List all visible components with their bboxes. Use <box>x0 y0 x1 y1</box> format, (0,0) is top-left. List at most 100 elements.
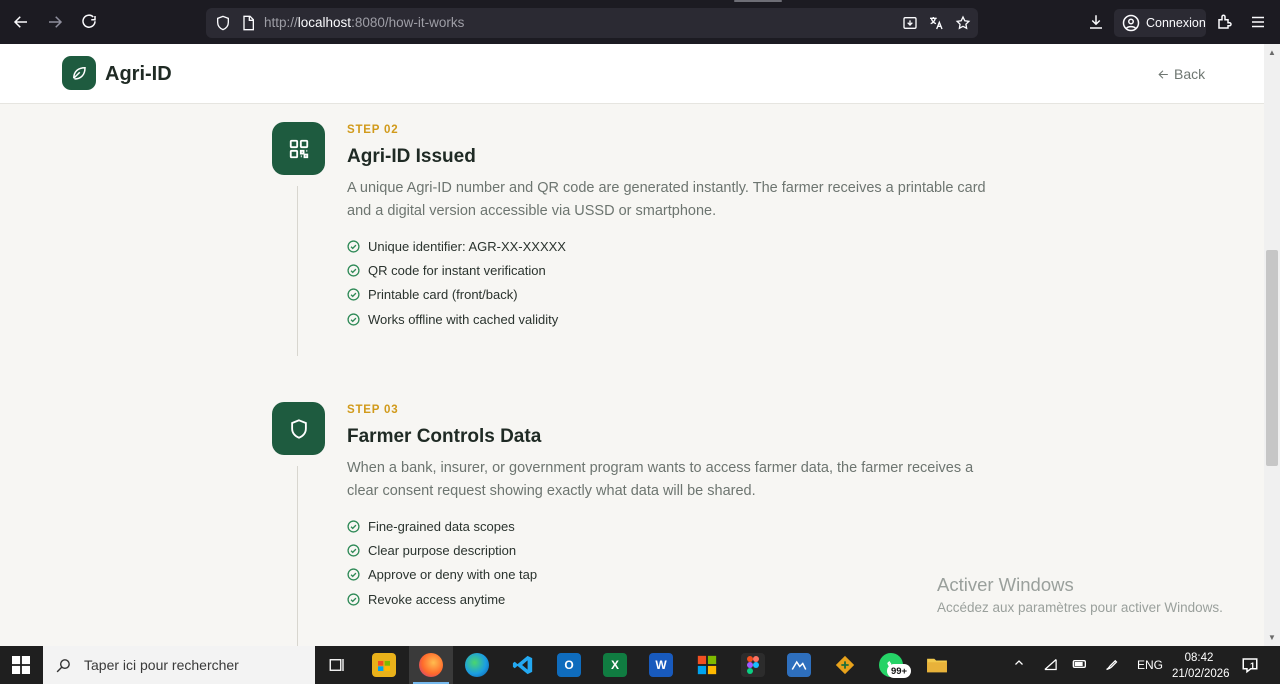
scroll-down-arrow-icon[interactable]: ▼ <box>1268 633 1276 642</box>
list-item-text: Clear purpose description <box>368 543 517 559</box>
wifi-icon[interactable] <box>1043 657 1058 675</box>
app-header: Agri-ID Back <box>0 44 1264 104</box>
step-description: When a bank, insurer, or government prog… <box>347 460 974 499</box>
tab-indicator <box>734 0 782 2</box>
check-circle-icon <box>347 544 360 557</box>
whatsapp-badge: 99+ <box>887 664 911 678</box>
list-item-text: Approve or deny with one tap <box>368 567 538 583</box>
clock[interactable]: 08:42 21/02/2026 <box>1172 650 1230 682</box>
language-indicator[interactable]: ENG <box>1137 658 1163 672</box>
forward-arrow-icon[interactable] <box>43 10 67 34</box>
step-label: STEP 03 <box>347 404 399 416</box>
timeline-line <box>297 186 298 356</box>
check-circle-icon <box>347 568 360 582</box>
back-arrow-icon[interactable] <box>9 10 33 34</box>
how-it-works-content: STEP 02 Agri-ID Issued A unique Agri-ID … <box>0 104 1264 646</box>
list-item: Clear purpose description <box>347 538 537 562</box>
watermark-title: Activer Windows <box>937 574 1074 595</box>
extensions-icon[interactable] <box>1213 10 1237 34</box>
figma-icon[interactable] <box>741 653 765 677</box>
list-item-text: QR code for instant verification <box>368 263 546 279</box>
vscode-icon[interactable] <box>511 653 535 677</box>
list-item: Printable card (front/back) <box>347 283 566 307</box>
list-item: QR code for instant verification <box>347 258 566 282</box>
check-circle-icon <box>347 593 360 606</box>
list-item: Unique identifier: AGR-XX-XXXXX <box>347 234 566 258</box>
account-icon <box>1122 14 1140 32</box>
url-text: http://localhost:8080/how-it-works <box>264 15 465 30</box>
step-card: STEP 03 Farmer Controls Data When a bank… <box>272 402 1002 646</box>
taskbar-search[interactable]: Taper ici pour rechercher <box>43 646 315 684</box>
chevron-up-icon[interactable] <box>1013 657 1025 672</box>
word-icon[interactable]: W <box>649 653 673 677</box>
outlook-icon[interactable]: O <box>557 653 581 677</box>
watermark-subtitle: Accédez aux paramètres pour activer Wind… <box>937 600 1223 615</box>
check-circle-icon <box>347 288 360 302</box>
git-client-icon[interactable] <box>833 653 857 677</box>
windows-taskbar: Taper ici pour rechercher O X W ENG 08:4… <box>0 646 1280 684</box>
excel-icon[interactable]: X <box>603 653 627 677</box>
reload-icon[interactable] <box>77 10 101 34</box>
save-page-icon[interactable] <box>902 15 918 31</box>
list-item: Works offline with cached validity <box>347 307 566 331</box>
clock-time: 08:42 <box>1184 652 1214 664</box>
logo[interactable] <box>62 56 96 90</box>
shield-tracking-icon[interactable] <box>215 15 231 31</box>
qr-code-icon <box>289 139 308 158</box>
arrow-left-icon <box>1158 69 1168 79</box>
search-icon <box>56 658 70 672</box>
shield-icon <box>290 418 307 439</box>
translate-icon[interactable] <box>928 15 944 31</box>
check-circle-icon <box>347 240 360 253</box>
leaf-icon <box>73 66 86 80</box>
address-bar[interactable]: http://localhost:8080/how-it-works <box>206 8 978 38</box>
scrollbar-thumb[interactable] <box>1266 250 1278 466</box>
activation-watermark: Activer Windows Accédez aux paramètres p… <box>937 574 1223 615</box>
file-explorer-icon[interactable] <box>925 653 949 677</box>
account-button[interactable]: Connexion <box>1114 9 1206 37</box>
task-view-icon[interactable] <box>325 653 349 677</box>
bookmark-star-icon[interactable] <box>955 15 971 31</box>
check-circle-icon <box>347 520 360 533</box>
back-link[interactable]: Back <box>1157 66 1205 82</box>
step-title: Agri-ID Issued <box>347 146 476 167</box>
scroll-up-arrow-icon[interactable]: ▲ <box>1268 48 1276 57</box>
windows-start-icon[interactable] <box>12 656 30 674</box>
list-item-text: Works offline with cached validity <box>368 311 559 327</box>
list-item-text: Unique identifier: AGR-XX-XXXXX <box>368 238 566 254</box>
pen-icon[interactable] <box>1104 657 1119 675</box>
feature-list: Unique identifier: AGR-XX-XXXXX QR code … <box>347 234 566 332</box>
page-info-icon[interactable] <box>240 15 256 31</box>
menu-icon[interactable] <box>1246 10 1270 34</box>
notification-count: 1 <box>1250 661 1256 671</box>
search-placeholder: Taper ici pour rechercher <box>84 657 239 673</box>
browser-toolbar: http://localhost:8080/how-it-works Conne… <box>0 0 1280 44</box>
list-item-text: Fine-grained data scopes <box>368 518 515 534</box>
timeline-line <box>297 466 298 646</box>
battery-icon[interactable] <box>1072 657 1088 674</box>
clock-date: 21/02/2026 <box>1172 668 1230 680</box>
step-card: STEP 02 Agri-ID Issued A unique Agri-ID … <box>272 122 1002 402</box>
mysql-workbench-icon[interactable] <box>787 653 811 677</box>
office-icon[interactable] <box>695 653 719 677</box>
list-item: Revoke access anytime <box>347 587 537 611</box>
step-icon-box <box>272 402 325 455</box>
step-label: STEP 02 <box>347 124 399 136</box>
list-item-text: Printable card (front/back) <box>368 287 518 303</box>
firefox-icon[interactable] <box>419 653 443 677</box>
step-description: A unique Agri-ID number and QR code are … <box>347 180 986 219</box>
list-item: Approve or deny with one tap <box>347 563 537 587</box>
step-icon-box <box>272 122 325 175</box>
downloads-icon[interactable] <box>1084 10 1108 34</box>
check-circle-icon <box>347 264 360 277</box>
list-item: Fine-grained data scopes <box>347 514 537 538</box>
notification-icon[interactable]: 1 <box>1241 656 1259 674</box>
account-label: Connexion <box>1146 16 1206 30</box>
store-icon[interactable] <box>372 653 396 677</box>
feature-list: Fine-grained data scopes Clear purpose d… <box>347 514 537 612</box>
back-label: Back <box>1174 66 1206 82</box>
check-circle-icon <box>347 313 360 326</box>
edge-icon[interactable] <box>465 653 489 677</box>
step-title: Farmer Controls Data <box>347 426 542 447</box>
brand-name[interactable]: Agri-ID <box>105 63 172 86</box>
